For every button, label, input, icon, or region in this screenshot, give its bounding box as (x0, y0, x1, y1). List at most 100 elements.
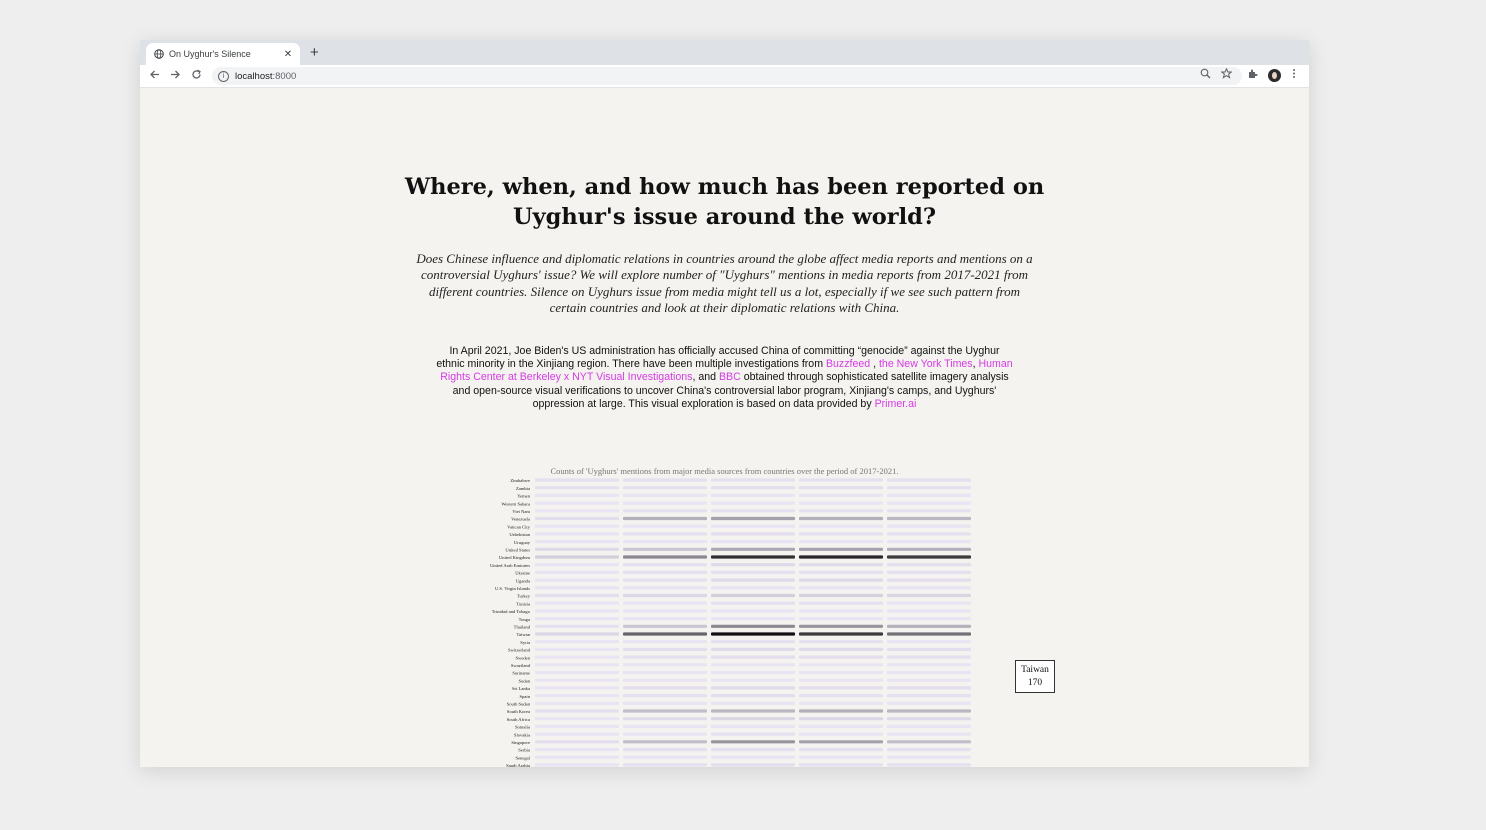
heatmap-cell[interactable] (799, 670, 883, 675)
heatmap-cell[interactable] (623, 547, 707, 551)
heatmap-cell[interactable] (887, 617, 971, 621)
heatmap-cell[interactable] (799, 493, 883, 497)
heatmap-cell[interactable] (711, 747, 795, 752)
heatmap-cell[interactable] (799, 578, 883, 582)
heatmap-cell[interactable] (623, 678, 707, 682)
heatmap-cell[interactable] (799, 524, 883, 528)
heatmap-cell[interactable] (887, 593, 971, 598)
heatmap-cell[interactable] (535, 532, 619, 536)
heatmap-cell[interactable] (799, 740, 883, 744)
heatmap-cell[interactable] (535, 709, 619, 713)
heatmap-cell[interactable] (799, 640, 883, 644)
heatmap-cell[interactable] (535, 632, 619, 636)
heatmap-cell[interactable] (623, 516, 707, 521)
heatmap-cell[interactable] (799, 532, 883, 536)
heatmap-cell[interactable] (887, 717, 971, 721)
heatmap-cell[interactable] (535, 755, 619, 759)
heatmap-cell[interactable] (887, 578, 971, 582)
heatmap-cell[interactable] (623, 570, 707, 574)
heatmap-cell[interactable] (887, 509, 971, 513)
avatar[interactable] (1268, 69, 1281, 82)
close-tab-icon[interactable]: ✕ (282, 49, 294, 60)
heatmap-cell[interactable] (887, 755, 971, 759)
heatmap-cell[interactable] (887, 663, 971, 667)
heatmap-cell[interactable] (887, 624, 971, 628)
heatmap-cell[interactable] (535, 763, 619, 767)
heatmap-cell[interactable] (711, 678, 795, 682)
heatmap-cell[interactable] (887, 655, 971, 659)
heatmap-cell[interactable] (623, 732, 707, 736)
heatmap-cell[interactable] (799, 563, 883, 567)
heatmap-cell[interactable] (799, 570, 883, 574)
heatmap-cell[interactable] (799, 678, 883, 682)
heatmap-cell[interactable] (711, 670, 795, 675)
heatmap-cell[interactable] (799, 632, 883, 636)
heatmap-cell[interactable] (535, 586, 619, 590)
heatmap-cell[interactable] (623, 524, 707, 528)
heatmap-cell[interactable] (711, 709, 795, 713)
heatmap-cell[interactable] (887, 563, 971, 567)
heatmap-cell[interactable] (711, 740, 795, 744)
heatmap-cell[interactable] (623, 478, 707, 482)
heatmap-cell[interactable] (799, 486, 883, 490)
heatmap-cell[interactable] (711, 532, 795, 536)
heatmap-cell[interactable] (711, 763, 795, 767)
heatmap-cell[interactable] (799, 694, 883, 698)
heatmap-cell[interactable] (535, 747, 619, 752)
heatmap-cell[interactable] (887, 686, 971, 690)
heatmap-cell[interactable] (711, 478, 795, 482)
reload-icon[interactable] (191, 68, 202, 84)
heatmap-cell[interactable] (887, 709, 971, 713)
heatmap-cell[interactable] (535, 740, 619, 744)
heatmap-cell[interactable] (887, 609, 971, 613)
heatmap-cell[interactable] (711, 686, 795, 690)
heatmap-cell[interactable] (623, 609, 707, 613)
heatmap-cell[interactable] (887, 516, 971, 521)
heatmap-cell[interactable] (799, 655, 883, 659)
heatmap-cell[interactable] (535, 670, 619, 675)
heatmap-cell[interactable] (711, 717, 795, 721)
heatmap-cell[interactable] (623, 586, 707, 590)
heatmap-cell[interactable] (799, 732, 883, 736)
heatmap-cell[interactable] (799, 555, 883, 559)
heatmap-cell[interactable] (711, 593, 795, 598)
heatmap-cell[interactable] (623, 763, 707, 767)
new-tab-icon[interactable]: + (310, 44, 319, 62)
heatmap-cell[interactable] (535, 547, 619, 551)
heatmap-cell[interactable] (623, 540, 707, 544)
heatmap-cell[interactable] (535, 617, 619, 621)
heatmap-cell[interactable] (535, 717, 619, 721)
heatmap-cell[interactable] (799, 501, 883, 505)
heatmap-cell[interactable] (535, 516, 619, 521)
heatmap-cell[interactable] (887, 763, 971, 767)
heatmap-cell[interactable] (711, 647, 795, 651)
heatmap-cell[interactable] (799, 755, 883, 759)
heatmap-cell[interactable] (711, 701, 795, 705)
heatmap-cell[interactable] (623, 486, 707, 490)
heatmap-cell[interactable] (535, 701, 619, 705)
heatmap-cell[interactable] (887, 478, 971, 482)
heatmap-cell[interactable] (799, 647, 883, 651)
heatmap-cell[interactable] (711, 493, 795, 497)
heatmap-cell[interactable] (623, 624, 707, 628)
heatmap-cell[interactable] (799, 593, 883, 598)
extensions-icon[interactable] (1247, 68, 1258, 84)
address-bar[interactable]: i localhost:8000 (212, 67, 1242, 85)
heatmap-cell[interactable] (887, 524, 971, 528)
heatmap-cell[interactable] (623, 601, 707, 605)
heatmap-cell[interactable] (711, 601, 795, 605)
heatmap-cell[interactable] (711, 663, 795, 667)
heatmap-cell[interactable] (623, 717, 707, 721)
heatmap-cell[interactable] (623, 555, 707, 559)
heatmap-cell[interactable] (623, 501, 707, 505)
heatmap-cell[interactable] (799, 701, 883, 705)
heatmap-cell[interactable] (535, 640, 619, 644)
heatmap-cell[interactable] (623, 532, 707, 536)
heatmap-cell[interactable] (887, 632, 971, 636)
heatmap-cell[interactable] (623, 694, 707, 698)
heatmap-cell[interactable] (711, 516, 795, 521)
heatmap-cell[interactable] (623, 724, 707, 728)
heatmap-cell[interactable] (623, 755, 707, 759)
heatmap-cell[interactable] (535, 540, 619, 544)
heatmap-cell[interactable] (799, 478, 883, 482)
